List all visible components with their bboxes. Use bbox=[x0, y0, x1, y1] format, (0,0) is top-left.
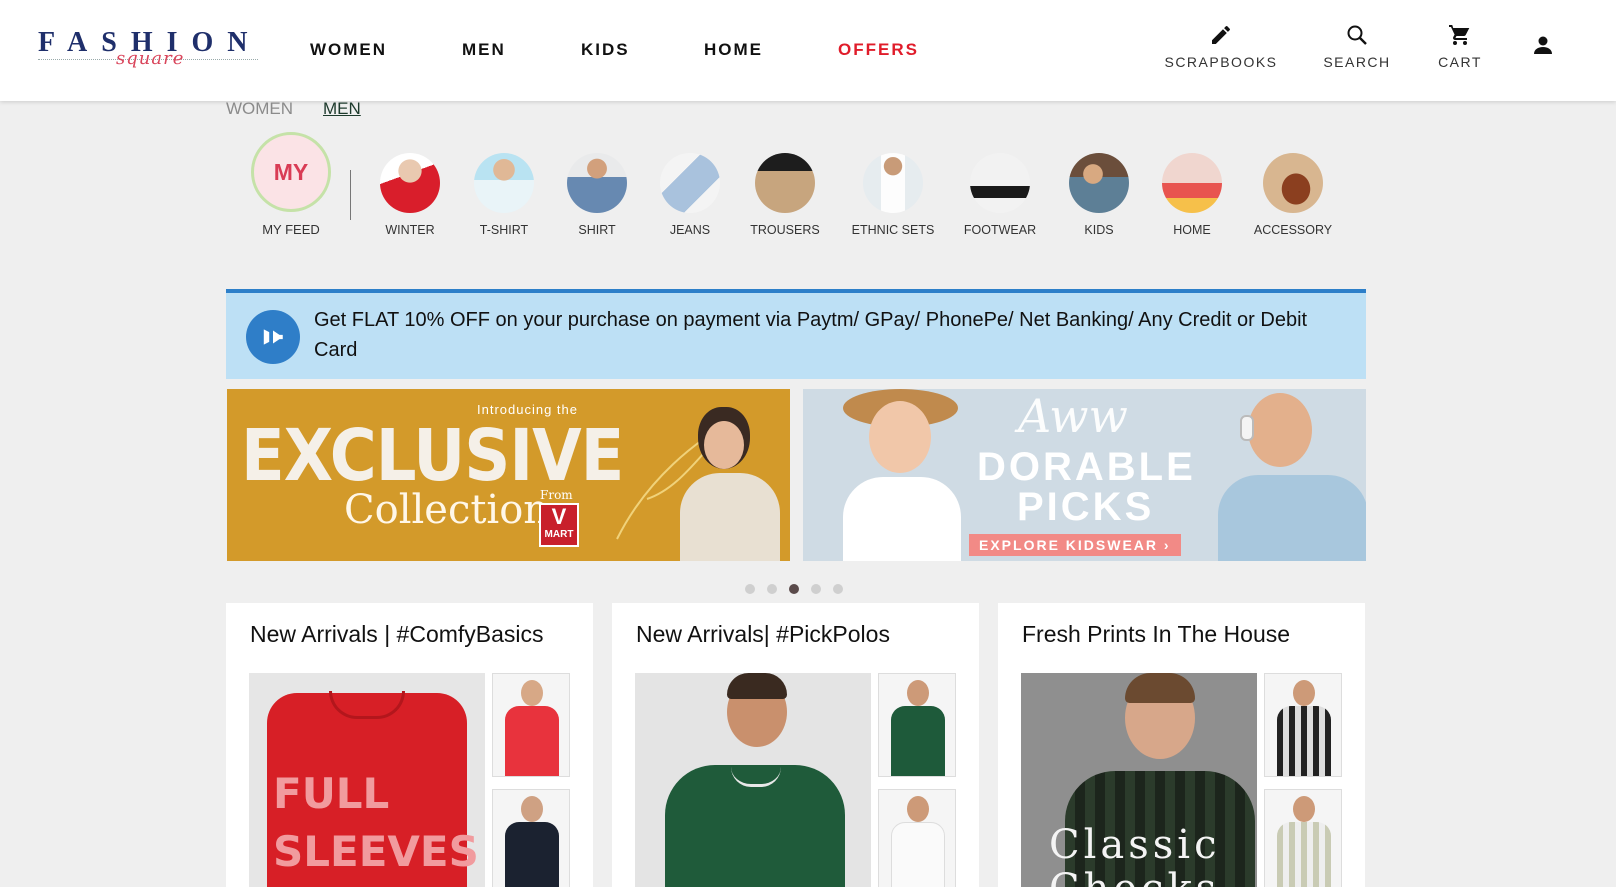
search-label: SEARCH bbox=[1323, 54, 1391, 70]
offer-announcement[interactable]: Get FLAT 10% OFF on your purchase on pay… bbox=[226, 289, 1366, 379]
search-icon bbox=[1297, 22, 1417, 48]
top-header: FASHION square WOMEN MEN KIDS HOME OFFER… bbox=[0, 0, 1616, 101]
account-icon bbox=[1483, 32, 1603, 58]
category-label: ACCESSORY bbox=[1253, 223, 1333, 237]
category-accessory-image bbox=[1263, 153, 1323, 213]
card-thumbnail[interactable] bbox=[1264, 789, 1342, 887]
category-label: TROUSERS bbox=[750, 223, 820, 237]
category-jeans-image bbox=[660, 153, 720, 213]
card-pick-polos[interactable]: New Arrivals| #PickPolos bbox=[612, 603, 979, 887]
category-ethnic-image bbox=[863, 153, 923, 213]
account-button[interactable] bbox=[1483, 32, 1603, 58]
offer-text: Get FLAT 10% OFF on your purchase on pay… bbox=[314, 309, 1308, 361]
category-home[interactable]: HOME bbox=[1137, 153, 1247, 237]
nav-women[interactable]: WOMEN bbox=[310, 40, 387, 60]
category-footwear[interactable]: FOOTWEAR bbox=[945, 153, 1055, 237]
card-thumbnail[interactable] bbox=[1264, 673, 1342, 777]
category-ethnic-sets[interactable]: ETHNIC SETS bbox=[838, 153, 948, 237]
category-trousers[interactable]: TROUSERS bbox=[730, 153, 840, 237]
girl-figure bbox=[843, 389, 963, 561]
vmart-logo: V MART bbox=[539, 503, 579, 547]
brand-sub: square bbox=[116, 48, 185, 69]
carousel-dot[interactable] bbox=[767, 584, 777, 594]
nav-offers[interactable]: OFFERS bbox=[838, 40, 919, 60]
tab-women[interactable]: WOMEN bbox=[226, 99, 293, 119]
card-thumbnail[interactable] bbox=[492, 789, 570, 887]
category-label: HOME bbox=[1173, 223, 1211, 237]
card-title: Fresh Prints In The House bbox=[1022, 621, 1291, 647]
category-label: ETHNIC SETS bbox=[851, 223, 935, 237]
card-main-image[interactable]: FULL SLEEVES bbox=[249, 673, 485, 887]
card-main-text: Classic Checks bbox=[1049, 823, 1221, 887]
card-title: New Arrivals | #ComfyBasics bbox=[250, 621, 544, 647]
nav-home[interactable]: HOME bbox=[704, 40, 763, 60]
banner-collection: Collection bbox=[344, 487, 550, 533]
carousel-dot[interactable] bbox=[745, 584, 755, 594]
carousel-dot[interactable] bbox=[833, 584, 843, 594]
card-main-text: FULL SLEEVES bbox=[273, 765, 479, 881]
vmart-v: V bbox=[551, 504, 567, 529]
category-shirt-image bbox=[567, 153, 627, 213]
carousel-dots bbox=[745, 584, 843, 594]
explore-kidswear-button[interactable]: EXPLORE KIDSWEAR › bbox=[969, 534, 1181, 556]
category-kids-image bbox=[1069, 153, 1129, 213]
card-main-image[interactable]: Classic Checks bbox=[1021, 673, 1257, 887]
category-footwear-image bbox=[970, 153, 1030, 213]
card-thumbnail[interactable] bbox=[878, 673, 956, 777]
pencil-icon bbox=[1161, 22, 1281, 48]
category-accessory[interactable]: ACCESSORY bbox=[1238, 153, 1348, 237]
my-feed-button[interactable]: MY bbox=[251, 132, 331, 212]
brand-logo[interactable]: FASHION square bbox=[38, 28, 260, 80]
banner-from: From bbox=[540, 488, 573, 502]
category-home-image bbox=[1162, 153, 1222, 213]
card-fresh-prints[interactable]: Fresh Prints In The House Classic Checks bbox=[998, 603, 1365, 887]
carousel-dot[interactable] bbox=[811, 584, 821, 594]
card-comfy-basics[interactable]: New Arrivals | #ComfyBasics FULL SLEEVES bbox=[226, 603, 593, 887]
category-divider bbox=[350, 170, 351, 220]
banner-line1: DORABLE bbox=[977, 445, 1196, 489]
banner-script: Aww bbox=[1018, 389, 1128, 443]
banner-kidswear[interactable]: Aww DORABLE PICKS EXPLORE KIDSWEAR › bbox=[803, 389, 1366, 561]
card-main-text-2: SLEEVES bbox=[273, 827, 479, 876]
card-thumbnail[interactable] bbox=[492, 673, 570, 777]
vmart-mart: MART bbox=[544, 529, 574, 540]
card-main-text-1: Classic bbox=[1049, 822, 1221, 868]
category-trousers-image bbox=[755, 153, 815, 213]
nav-kids[interactable]: KIDS bbox=[581, 40, 630, 60]
category-label: JEANS bbox=[669, 223, 711, 237]
carousel-dot-active[interactable] bbox=[789, 584, 799, 594]
banner-exclusive-collection[interactable]: Introducing the EXCLUSIVE Collection Fro… bbox=[227, 389, 790, 561]
banner-line2: PICKS bbox=[1017, 485, 1155, 529]
search-button[interactable]: SEARCH bbox=[1297, 22, 1417, 70]
my-feed-label: MY FEED bbox=[262, 222, 320, 237]
category-tshirt-image bbox=[474, 153, 534, 213]
card-main-text-2: Checks bbox=[1049, 867, 1221, 887]
category-winter-image bbox=[380, 153, 440, 213]
boy-figure bbox=[1218, 389, 1366, 561]
banner-headline: EXCLUSIVE bbox=[241, 415, 624, 498]
scrapbooks-label: SCRAPBOOKS bbox=[1164, 54, 1278, 70]
card-main-text-1: FULL bbox=[273, 769, 390, 818]
card-main-image[interactable] bbox=[635, 673, 871, 887]
card-thumbnail[interactable] bbox=[878, 789, 956, 887]
tab-men[interactable]: MEN bbox=[323, 99, 361, 119]
megaphone-icon bbox=[246, 310, 300, 364]
category-label: FOOTWEAR bbox=[963, 223, 1037, 237]
model-figure bbox=[672, 407, 782, 561]
nav-men[interactable]: MEN bbox=[462, 40, 506, 60]
category-jeans[interactable]: JEANS bbox=[635, 153, 745, 237]
scrapbooks-button[interactable]: SCRAPBOOKS bbox=[1161, 22, 1281, 70]
card-title: New Arrivals| #PickPolos bbox=[636, 621, 890, 647]
